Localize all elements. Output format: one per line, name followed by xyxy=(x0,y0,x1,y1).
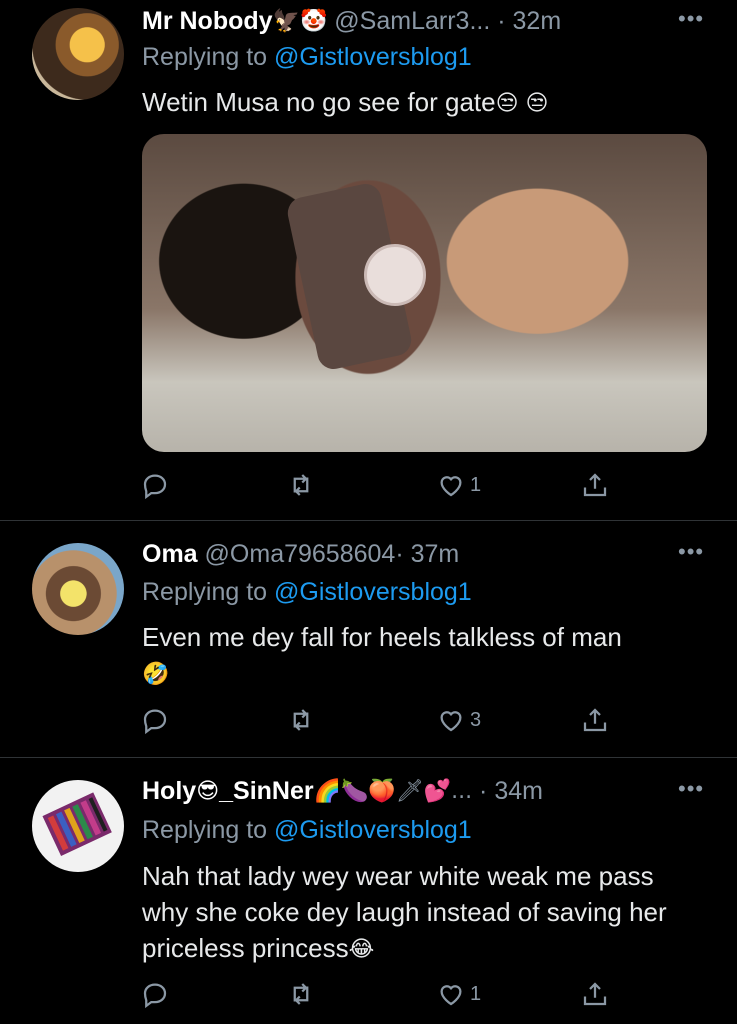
replying-to: Replying to @Gistloversblog1 xyxy=(142,42,472,72)
display-name[interactable]: Holy😎_SinNer xyxy=(142,777,314,805)
share-icon xyxy=(583,473,607,497)
share-icon xyxy=(583,708,607,732)
avatar[interactable] xyxy=(32,780,124,872)
tweet-text-emojis: 😂 xyxy=(348,937,375,963)
reply-button[interactable] xyxy=(140,700,170,740)
retweet-icon xyxy=(293,709,309,731)
more-icon[interactable]: ••• xyxy=(678,776,704,802)
tweet[interactable]: Holy😎_SinNer🌈🍆🍑🗡💕... · 34m ••• Replying … xyxy=(0,758,737,1024)
display-name-emoji: 😎 xyxy=(196,779,220,805)
timestamp[interactable]: · 34m xyxy=(479,777,543,805)
timestamp[interactable]: · 37m xyxy=(395,540,459,568)
tweet-text-body: Wetin Musa no go see for gate xyxy=(142,87,496,117)
retweet-icon xyxy=(293,983,309,1005)
tweet-actions: 1 xyxy=(140,465,620,505)
display-name-part: Holy xyxy=(142,777,197,805)
reply-button[interactable] xyxy=(140,465,170,505)
like-button[interactable]: 1 xyxy=(436,974,481,1014)
mention-link[interactable]: @Gistloversblog1 xyxy=(274,578,472,606)
heart-icon xyxy=(440,711,462,732)
more-icon[interactable]: ••• xyxy=(678,539,704,565)
replying-to: Replying to @Gistloversblog1 xyxy=(142,815,472,845)
tweet-text-emojis: 😒 😒 xyxy=(495,91,549,117)
name-emojis: 🦅🤡 xyxy=(272,9,328,35)
tweet-actions: 1 xyxy=(140,974,620,1014)
avatar-pattern xyxy=(42,792,112,856)
avatar[interactable] xyxy=(32,543,124,635)
media-popsocket-shape xyxy=(364,244,426,306)
like-button[interactable]: 3 xyxy=(436,700,481,740)
retweet-button[interactable] xyxy=(286,974,316,1014)
heart-icon xyxy=(440,476,462,497)
replying-to: Replying to @Gistloversblog1 xyxy=(142,577,472,607)
mention-link[interactable]: @Gistloversblog1 xyxy=(274,43,472,71)
replying-prefix: Replying to xyxy=(142,43,268,71)
more-icon[interactable]: ••• xyxy=(678,6,704,32)
tweet-text: Nah that lady wey wear white weak me pas… xyxy=(142,858,682,968)
share-button[interactable] xyxy=(580,465,610,505)
tweet-header: Oma @Oma79658604· 37m xyxy=(142,539,459,569)
like-count: 1 xyxy=(470,473,482,496)
share-icon xyxy=(583,982,607,1006)
share-button[interactable] xyxy=(580,974,610,1014)
tweet-media[interactable] xyxy=(142,134,707,452)
name-emojis: 🌈🍆🍑🗡💕... xyxy=(313,779,473,805)
tweet-header: Mr Nobody🦅🤡 @SamLarr3... · 32m xyxy=(142,6,561,37)
display-name[interactable]: Mr Nobody xyxy=(142,7,273,35)
mention-link[interactable]: @Gistloversblog1 xyxy=(274,816,472,844)
tweet[interactable]: Mr Nobody🦅🤡 @SamLarr3... · 32m ••• Reply… xyxy=(0,0,737,520)
retweet-button[interactable] xyxy=(286,465,316,505)
timestamp[interactable]: · 32m xyxy=(497,7,561,35)
like-count: 3 xyxy=(470,708,482,731)
replying-prefix: Replying to xyxy=(142,816,268,844)
display-name[interactable]: Oma xyxy=(142,540,198,568)
reply-button[interactable] xyxy=(140,974,170,1014)
avatar[interactable] xyxy=(32,8,124,100)
tweet-text: Even me dey fall for heels talkless of m… xyxy=(142,619,712,693)
like-count: 1 xyxy=(470,982,482,1005)
tweet-actions: 3 xyxy=(140,700,620,740)
reply-icon xyxy=(143,709,167,735)
tweet-text: Wetin Musa no go see for gate😒 😒 xyxy=(142,84,712,122)
tweet-text-emojis: 🤣 xyxy=(142,662,170,688)
share-button[interactable] xyxy=(580,700,610,740)
tweet-text-body: Nah that lady wey wear white weak me pas… xyxy=(142,861,667,963)
user-handle[interactable]: @Oma79658604 xyxy=(205,540,396,568)
tweet-text-body: Even me dey fall for heels talkless of m… xyxy=(142,622,622,652)
display-name-rest: _SinNer xyxy=(219,777,314,805)
replying-prefix: Replying to xyxy=(142,578,268,606)
heart-icon xyxy=(440,985,462,1006)
like-button[interactable]: 1 xyxy=(436,465,481,505)
tweet-header: Holy😎_SinNer🌈🍆🍑🗡💕... · 34m xyxy=(142,776,543,807)
reply-icon xyxy=(143,474,167,500)
tweet[interactable]: Oma @Oma79658604· 37m ••• Replying to @G… xyxy=(0,521,737,757)
retweet-button[interactable] xyxy=(286,700,316,740)
retweet-icon xyxy=(293,474,309,496)
user-handle[interactable]: @SamLarr3... xyxy=(334,7,490,35)
reply-icon xyxy=(143,983,167,1009)
